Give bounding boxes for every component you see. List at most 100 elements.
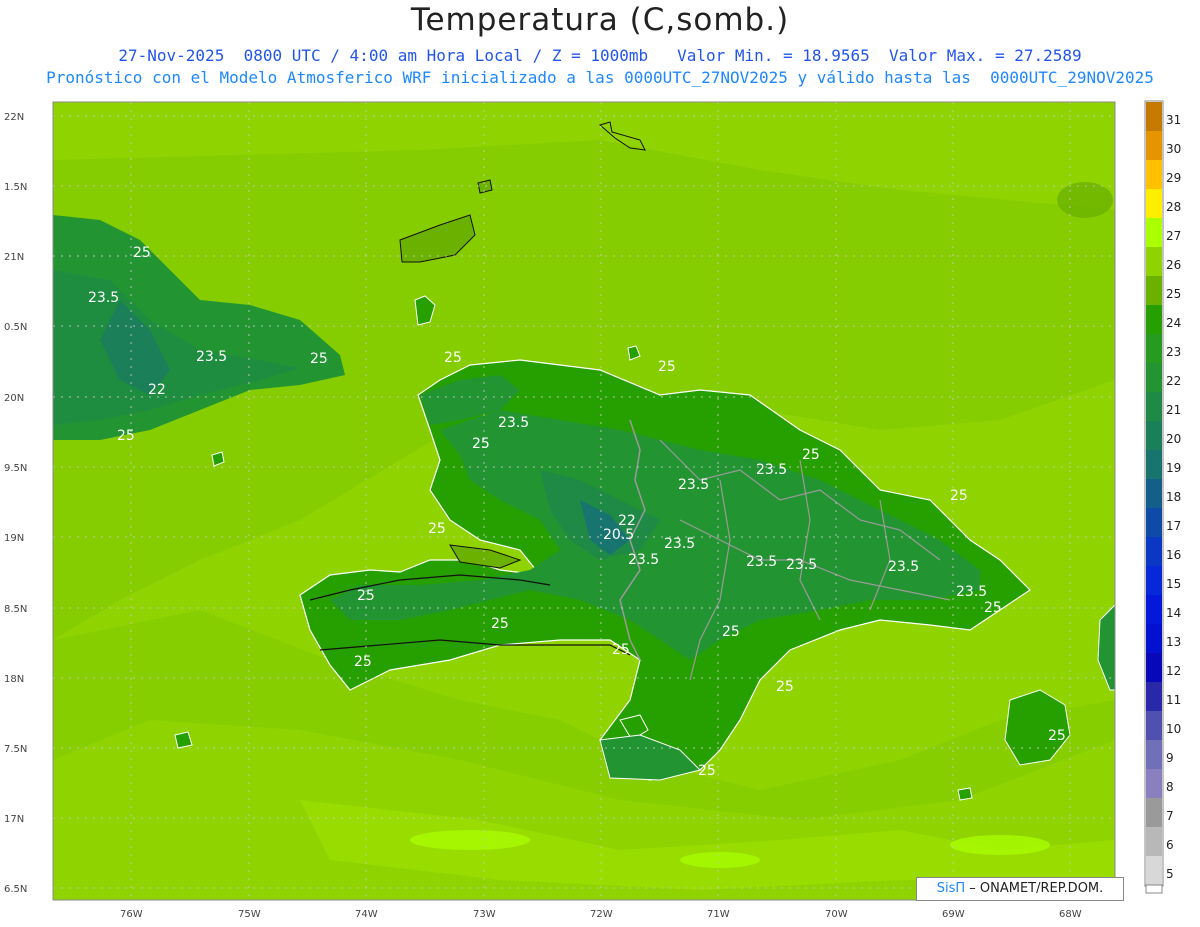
legend-swatch	[1146, 682, 1162, 711]
legend-label: 25	[1166, 287, 1181, 301]
legend-label: 28	[1166, 200, 1181, 214]
warm-patch-1	[410, 830, 530, 850]
legend-swatch	[1146, 160, 1162, 189]
latitude-axis: 22N 1.5N 21N 0.5N 20N 9.5N 19N 8.5N 18N …	[4, 112, 27, 895]
contour-label: 25	[444, 350, 462, 366]
contour-label: 25	[310, 351, 328, 367]
contour-label: 25	[776, 679, 794, 695]
legend-label: 8	[1166, 780, 1174, 794]
legend-label: 27	[1166, 229, 1181, 243]
lat-label: 20N	[4, 393, 24, 404]
legend-label: 14	[1166, 606, 1181, 620]
lat-label: 0.5N	[4, 322, 27, 333]
lon-label: 73W	[473, 909, 496, 920]
credit-box: SisΠ – ONAMET/REP.DOM.	[916, 877, 1124, 901]
contour-label: 25	[117, 428, 135, 444]
legend-swatch	[1146, 595, 1162, 624]
contour-label: 25	[472, 436, 490, 452]
lat-label: 8.5N	[4, 604, 27, 615]
legend-swatch	[1146, 334, 1162, 363]
legend-label: 20	[1166, 432, 1181, 446]
credit-text: – ONAMET/REP.DOM.	[965, 881, 1104, 896]
legend-swatch	[1146, 740, 1162, 769]
legend-label: 18	[1166, 490, 1181, 504]
lon-label: 71W	[707, 909, 730, 920]
contour-label: 23.5	[196, 349, 227, 365]
contour-label: 25	[612, 642, 630, 658]
legend-swatch	[1146, 769, 1162, 798]
lon-label: 76W	[120, 909, 143, 920]
lat-label: 19N	[4, 533, 24, 544]
contour-label: 25	[722, 624, 740, 640]
lat-label: 22N	[4, 112, 24, 123]
islet-b	[957, 787, 973, 801]
legend-label: 9	[1166, 751, 1174, 765]
legend-label: 15	[1166, 577, 1181, 591]
legend-label: 19	[1166, 461, 1181, 475]
legend-swatch	[1146, 218, 1162, 247]
contour-label: 25	[354, 654, 372, 670]
lon-label: 69W	[942, 909, 965, 920]
legend-swatch	[1146, 450, 1162, 479]
legend-label: 7	[1166, 809, 1174, 823]
contour-label: 23.5	[628, 552, 659, 568]
contour-label: 25	[428, 521, 446, 537]
contour-label: 23.5	[956, 584, 987, 600]
lat-label: 9.5N	[4, 463, 27, 474]
longitude-axis: 76W 75W 74W 73W 72W 71W 70W 69W 68W	[120, 909, 1082, 920]
legend-swatch	[1146, 189, 1162, 218]
lon-label: 74W	[355, 909, 378, 920]
legend-swatch	[1146, 624, 1162, 653]
contour-label: 23.5	[498, 415, 529, 431]
legend-swatch	[1146, 711, 1162, 740]
contour-label: 25	[802, 447, 820, 463]
contour-label: 25	[357, 588, 375, 604]
legend-label: 29	[1166, 171, 1181, 185]
legend-swatch	[1146, 247, 1162, 276]
legend-swatch	[1146, 537, 1162, 566]
contour-label: 23.5	[88, 290, 119, 306]
legend-label: 26	[1166, 258, 1181, 272]
legend-label: 21	[1166, 403, 1181, 417]
legend-label: 5	[1166, 867, 1174, 881]
legend-swatch	[1146, 421, 1162, 450]
legend-label: 10	[1166, 722, 1181, 736]
contour-label: 25	[658, 359, 676, 375]
legend-swatch	[1146, 305, 1162, 334]
legend-swatch	[1146, 508, 1162, 537]
contour-label: 25	[950, 488, 968, 504]
legend-label: 24	[1166, 316, 1181, 330]
color-legend: 31 30 29 28 27 26 25 24 23 22 21 20 19 18 17 16 15 14 13 12…	[1144, 100, 1181, 894]
contour-label: 23.5	[678, 477, 709, 493]
legend-label: 13	[1166, 635, 1181, 649]
legend-label: 11	[1166, 693, 1181, 707]
contour-label: 23.5	[746, 554, 777, 570]
legend-label: 23	[1166, 345, 1181, 359]
contour-label: 25	[984, 600, 1002, 616]
legend-label: 16	[1166, 548, 1181, 562]
lat-label: 7.5N	[4, 744, 27, 755]
contour-label: 25	[133, 245, 151, 261]
legend-label: 30	[1166, 142, 1181, 156]
lon-label: 75W	[238, 909, 261, 920]
contour-label: 22	[148, 382, 166, 398]
legend-label: 31	[1166, 113, 1181, 127]
contour-label: 25	[491, 616, 509, 632]
legend-label: 17	[1166, 519, 1181, 533]
contour-label: 23.5	[786, 557, 817, 573]
contour-label: 23.5	[664, 536, 695, 552]
contour-label: 23.5	[756, 462, 787, 478]
legend-label: 12	[1166, 664, 1181, 678]
contour-label: 20.5	[603, 527, 634, 543]
lon-label: 72W	[590, 909, 613, 920]
contour-label: 25	[698, 763, 716, 779]
warm-patch-3	[680, 852, 760, 868]
legend-swatch	[1146, 827, 1162, 856]
legend-swatch	[1146, 566, 1162, 595]
lat-label: 6.5N	[4, 884, 27, 895]
legend-swatch	[1146, 276, 1162, 305]
lat-label: 18N	[4, 674, 24, 685]
temperature-map: 22N 1.5N 21N 0.5N 20N 9.5N 19N 8.5N 18N …	[4, 100, 1181, 920]
legend-swatch	[1146, 363, 1162, 392]
legend-label: 6	[1166, 838, 1174, 852]
